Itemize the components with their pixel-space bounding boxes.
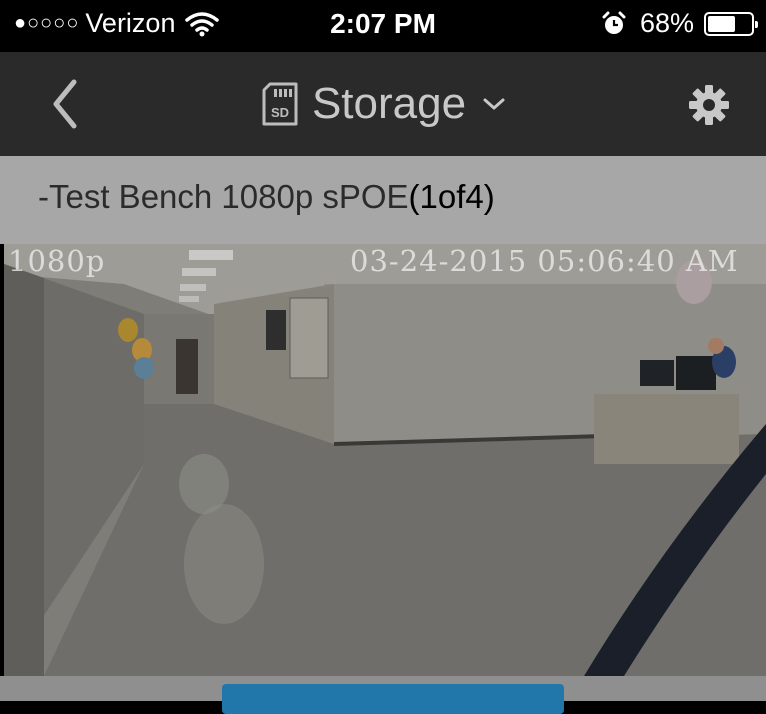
nav-bar: SD Storage bbox=[0, 52, 766, 156]
battery-icon bbox=[704, 11, 758, 36]
storage-selector[interactable]: SD Storage bbox=[0, 76, 766, 132]
sd-card-icon: SD bbox=[262, 82, 298, 126]
battery-fill bbox=[708, 15, 736, 32]
sd-card-label: SD bbox=[271, 105, 289, 120]
camera-title: -Test Bench 1080p sPOE(1of4) bbox=[38, 178, 495, 216]
timestamp-overlay: 03-24-2015 05:06:40 AM bbox=[350, 244, 739, 278]
battery-tip bbox=[755, 20, 758, 28]
battery-percentage: 68% bbox=[639, 8, 694, 38]
settings-button[interactable] bbox=[688, 84, 730, 126]
status-right: 68% bbox=[602, 8, 758, 39]
camera-header: -Test Bench 1080p sPOE(1of4) bbox=[0, 156, 766, 244]
video-feed[interactable]: 1080p 03-24-2015 05:06:40 AM bbox=[4, 244, 766, 676]
camera-count: (1of4) bbox=[408, 178, 495, 215]
page-title: Storage bbox=[311, 79, 467, 128]
resolution-overlay: 1080p bbox=[8, 244, 106, 278]
status-bar: ●○○○○ Verizon 2:07 PM 68% bbox=[0, 0, 766, 52]
primary-action-button[interactable] bbox=[222, 684, 564, 714]
alarm-icon bbox=[602, 11, 626, 37]
bottom-controls bbox=[0, 676, 766, 714]
video-frame-image bbox=[4, 244, 766, 676]
gear-icon bbox=[689, 85, 729, 125]
chevron-down-icon bbox=[483, 98, 505, 110]
camera-name: -Test Bench 1080p sPOE bbox=[38, 178, 409, 215]
